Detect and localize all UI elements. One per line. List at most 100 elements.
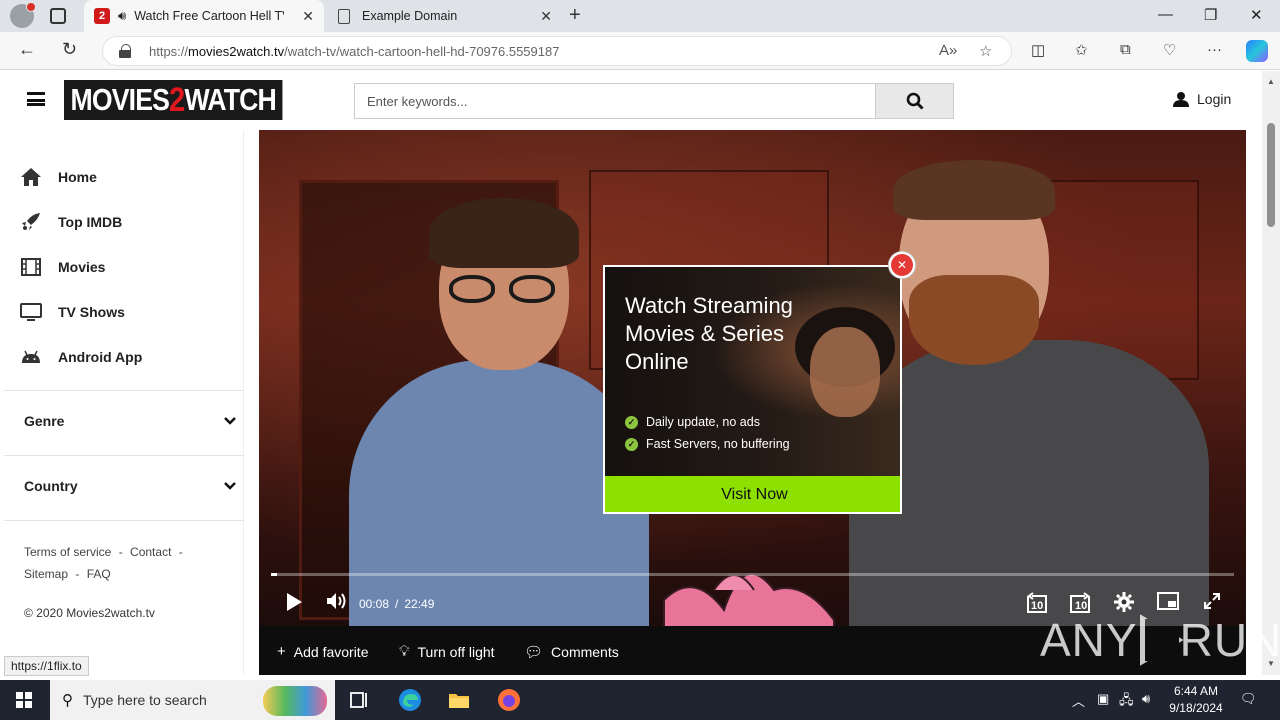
genre-dropdown[interactable]: Genre	[24, 413, 236, 429]
search-form	[354, 83, 954, 119]
country-label: Country	[24, 478, 78, 494]
minimize-icon[interactable]: —	[1158, 6, 1173, 23]
settings-button[interactable]	[1114, 592, 1134, 612]
site-logo[interactable]: MOVIES 2 WATCH	[64, 80, 283, 120]
tab-movies2watch[interactable]: 2 🔊︎ Watch Free Cartoon Hell TV ✕	[84, 0, 324, 32]
volume-tray-icon[interactable]: 🔊︎	[1142, 691, 1150, 707]
new-tab-icon[interactable]: +	[569, 4, 581, 27]
home-icon	[21, 168, 41, 186]
device-icon[interactable]: ▣	[1097, 691, 1109, 707]
country-dropdown[interactable]: Country	[24, 478, 236, 494]
browser-toolbar: ← ↻ https://movies2watch.tv/watch-tv/wat…	[0, 32, 1280, 70]
restore-icon[interactable]: ❐	[1204, 6, 1217, 24]
duration: 22:49	[404, 597, 435, 611]
browser-essentials-icon[interactable]: ♡	[1163, 41, 1176, 59]
footer-links: Terms of service - Contact - Sitemap - F…	[24, 541, 234, 585]
copyright: © 2020 Movies2watch.tv	[24, 606, 155, 620]
sidebar-item-label: Android App	[58, 349, 143, 365]
ad-feature: ✓ Daily update, no ads	[625, 415, 760, 429]
fullscreen-button[interactable]	[1203, 592, 1221, 610]
windows-start-icon[interactable]	[16, 692, 32, 708]
turn-off-light-button[interactable]: 💡︎ Turn off light	[399, 643, 495, 660]
close-tab-icon[interactable]: ✕	[302, 8, 314, 25]
address-bar[interactable]: https://movies2watch.tv/watch-tv/watch-c…	[102, 36, 1012, 66]
read-aloud-icon[interactable]: A»	[939, 42, 957, 59]
add-favorite-button[interactable]: + Add favorite	[277, 643, 368, 660]
ad-close-icon[interactable]: ✕	[889, 252, 915, 278]
copilot-icon[interactable]	[1246, 40, 1268, 62]
scroll-up-icon[interactable]: ▲	[1267, 77, 1275, 86]
sidebar-item-movies[interactable]: Movies	[20, 257, 105, 277]
profile-avatar-icon[interactable]	[10, 2, 36, 28]
sitemap-link[interactable]: Sitemap	[24, 567, 68, 581]
comments-button[interactable]: 💬︎ Comments	[524, 643, 619, 661]
url-text[interactable]: https://movies2watch.tv/watch-tv/watch-c…	[149, 44, 559, 59]
comments-icon: 💬︎	[524, 644, 544, 661]
sidebar-item-label: Top IMDB	[58, 214, 123, 230]
back-icon[interactable]: ←	[18, 39, 36, 60]
favorites-icon[interactable]: ✩	[1075, 41, 1088, 59]
tray-overflow-icon[interactable]: ︿	[1072, 691, 1085, 710]
progress-fill	[271, 573, 277, 576]
more-menu-icon[interactable]: ···	[1207, 41, 1222, 58]
sidebar-item-label: TV Shows	[58, 304, 125, 320]
plus-icon: +	[277, 643, 286, 660]
tab-example-domain[interactable]: Example Domain ✕	[326, 0, 562, 32]
menu-icon[interactable]	[27, 92, 45, 106]
speaker-icon[interactable]: 🔊︎	[118, 8, 126, 24]
tab-actions-icon[interactable]	[50, 8, 66, 24]
rocket-icon	[22, 213, 40, 230]
favorite-star-icon[interactable]: ☆	[979, 42, 992, 60]
task-view-icon[interactable]	[348, 688, 372, 712]
film-icon	[21, 258, 41, 276]
document-icon	[338, 8, 350, 24]
divider	[4, 520, 244, 521]
system-clock[interactable]: 6:44 AM 9/18/2024	[1166, 683, 1226, 717]
search-button[interactable]	[875, 84, 953, 118]
collections-icon[interactable]: ⧉	[1120, 41, 1131, 58]
lightbulb-icon: 💡︎	[399, 643, 410, 660]
split-screen-icon[interactable]: ◫	[1031, 41, 1045, 59]
progress-bar[interactable]	[271, 573, 1234, 576]
refresh-icon[interactable]: ↻	[62, 39, 77, 60]
faq-link[interactable]: FAQ	[87, 567, 111, 581]
login-button[interactable]: Login	[1173, 91, 1231, 107]
page-scrollbar[interactable]: ▲ ▼	[1262, 71, 1280, 675]
pip-button[interactable]	[1157, 592, 1179, 610]
visit-now-button[interactable]: Visit Now	[605, 476, 900, 512]
sidebar-item-home[interactable]: Home	[20, 167, 97, 187]
browser-titlebar: 2 🔊︎ Watch Free Cartoon Hell TV ✕ Exampl…	[0, 0, 1280, 32]
video-person	[349, 198, 649, 626]
tv-icon	[20, 303, 42, 321]
play-button[interactable]	[285, 592, 303, 612]
clock-time: 6:44 AM	[1173, 684, 1219, 698]
check-icon: ✓	[625, 415, 638, 429]
network-icon[interactable]: 🖧︎	[1119, 691, 1134, 713]
lock-icon[interactable]	[119, 44, 131, 58]
divider	[4, 390, 244, 391]
notification-icon[interactable]: 🗨︎	[1240, 691, 1257, 707]
ad-feature: ✓ Fast Servers, no buffering	[625, 437, 790, 451]
volume-icon	[327, 593, 346, 609]
scrollbar-thumb[interactable]	[1267, 123, 1275, 227]
genre-label: Genre	[24, 413, 65, 429]
edge-browser-icon[interactable]	[398, 688, 422, 712]
file-explorer-icon[interactable]	[447, 688, 471, 712]
tab-title: Watch Free Cartoon Hell TV	[134, 9, 285, 23]
sidebar-item-tv-shows[interactable]: TV Shows	[20, 302, 125, 322]
ad-popup[interactable]: Watch Streaming Movies & Series Online ✓…	[603, 265, 902, 514]
close-window-icon[interactable]: ✕	[1250, 6, 1263, 24]
time-display: 00:08/22:49	[359, 597, 435, 611]
search-input[interactable]	[355, 84, 875, 118]
sidebar-item-top-imdb[interactable]: Top IMDB	[20, 212, 122, 232]
contact-link[interactable]: Contact	[130, 545, 171, 559]
sidebar-item-android-app[interactable]: Android App	[20, 347, 142, 367]
chevron-down-icon	[224, 482, 236, 490]
close-tab-icon[interactable]: ✕	[540, 8, 552, 25]
fullscreen-icon	[1204, 593, 1220, 609]
terms-link[interactable]: Terms of service	[24, 545, 111, 559]
taskbar-search[interactable]: ⚲ Type here to search	[50, 680, 335, 720]
firefox-icon[interactable]	[497, 688, 521, 712]
volume-button[interactable]	[326, 592, 348, 610]
search-highlight-image	[263, 686, 327, 716]
